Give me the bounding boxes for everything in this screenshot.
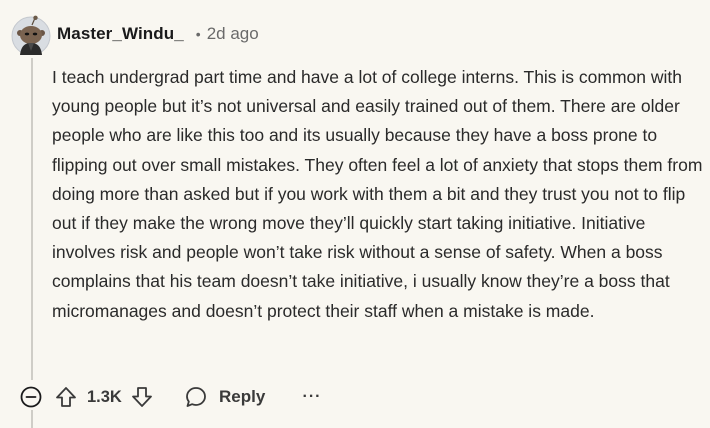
thread-line[interactable] [31, 58, 33, 380]
speech-bubble-icon [186, 387, 206, 407]
more-options-button[interactable]: ··· [298, 382, 326, 412]
upvote-icon[interactable] [54, 385, 78, 409]
downvote-icon[interactable] [130, 385, 154, 409]
timestamp[interactable]: 2d ago [207, 24, 259, 44]
meta-separator: • [195, 26, 201, 42]
comment-body: I teach undergrad part time and have a l… [52, 67, 703, 321]
username-link[interactable]: Master_Windu_ [57, 24, 184, 44]
vote-score: 1.3K [87, 387, 122, 406]
comment: Master_Windu_ • 2d ago I teach undergrad… [0, 0, 710, 428]
thread-line-continuation[interactable] [31, 410, 33, 428]
reply-button[interactable]: Reply [184, 382, 265, 412]
comment-action-bar: 1.3K Reply ··· [0, 380, 710, 412]
comment-header: Master_Windu_ • 2d ago [57, 22, 259, 46]
avatar[interactable] [11, 15, 51, 55]
vote-control: 1.3K [54, 382, 154, 412]
collapse-icon[interactable] [20, 386, 42, 408]
reply-label: Reply [219, 387, 266, 406]
